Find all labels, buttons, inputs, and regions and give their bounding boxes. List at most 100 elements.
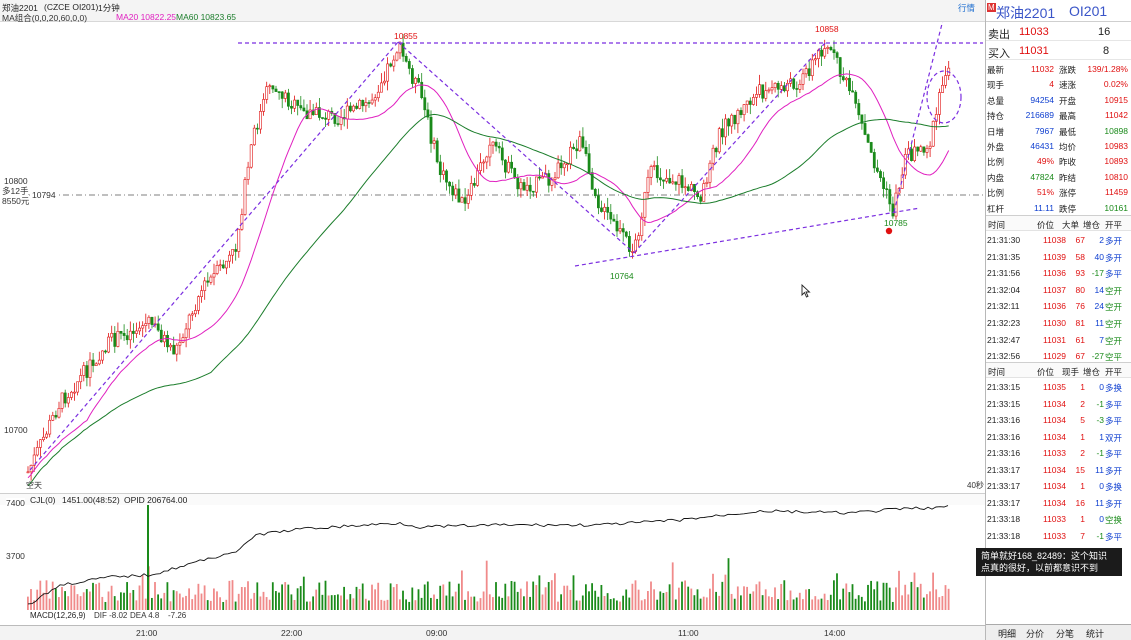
stat-row: 内盘 47824 昨结 10810: [986, 169, 1131, 185]
tick-price: 11034: [1042, 431, 1066, 442]
tick-time: 21:33:18: [987, 514, 1021, 524]
volume-bar: [786, 600, 789, 610]
label-high-right: 10858: [815, 24, 839, 34]
volume-bar: [860, 596, 863, 610]
candle-body: [361, 99, 365, 107]
stat-row: 杠杆 11.11 跌停 10161: [986, 200, 1131, 216]
volume-bar: [374, 589, 376, 610]
volume-bar: [504, 583, 507, 610]
volume-bar: [399, 599, 401, 610]
stat-value: 7967: [1035, 125, 1054, 136]
tick-price: 11039: [1042, 251, 1066, 262]
candle-body: [671, 181, 675, 184]
volume-bar: [231, 580, 234, 610]
candle-body: [178, 341, 182, 346]
candle-body: [448, 181, 452, 187]
volume-bar: [79, 596, 82, 610]
tick-price: 11038: [1042, 235, 1066, 245]
volume-bar: [485, 560, 488, 610]
tick-vol: 81: [1075, 318, 1085, 328]
candle-body: [711, 147, 715, 164]
bid-row[interactable]: 买入 11031 8: [986, 42, 1131, 60]
candle-body: [63, 392, 67, 404]
volume-bar: [306, 601, 308, 610]
tick-row: 21:33:17 11034 15 11 多开: [986, 461, 1131, 479]
tick-row: 21:33:17 11034 16 11 多开: [986, 494, 1131, 512]
bid-label: 买入: [988, 48, 1010, 60]
ask-row[interactable]: 卖出 11033 16: [986, 23, 1131, 41]
volume-bar: [293, 600, 296, 610]
volume-bar: [867, 584, 869, 610]
tab-tick[interactable]: 分笔: [1056, 627, 1074, 640]
candle-body: [500, 147, 504, 161]
volume-bar: [783, 580, 786, 610]
volume-bar: [895, 587, 897, 610]
candle-body: [906, 148, 910, 155]
volume-bar: [538, 575, 541, 610]
tick-table-2-header: 时间 价位 现手 增仓 开平: [986, 362, 1131, 378]
volume-bar: [488, 594, 491, 610]
volume-bar: [594, 590, 597, 610]
candle-body: [200, 290, 204, 297]
tick-type: 多平: [1105, 449, 1123, 459]
tick-row: 21:32:23 11030 81 11 空开: [986, 314, 1131, 332]
volume-bar: [129, 592, 132, 610]
tick-oi: -1: [1096, 398, 1104, 409]
volume-bar: [281, 584, 283, 610]
tick-time: 21:33:15: [987, 398, 1021, 409]
volume-bar: [845, 583, 848, 610]
volume-bar: [879, 600, 882, 610]
volume-bar: [926, 594, 928, 610]
volume-bar: [935, 589, 938, 610]
volume-indicator-bar: CJL(0) 1451.00(48:52) OPID 206764.00: [0, 493, 985, 505]
col-oi-change: 增仓: [1083, 220, 1101, 230]
volume-bar: [107, 591, 110, 610]
stat-label: 最高: [1059, 111, 1077, 122]
volume-bar: [318, 582, 321, 610]
candle-body: [851, 90, 855, 93]
volume-bar: [795, 597, 798, 610]
candle-body: [181, 337, 185, 343]
stat-value: 51%: [1036, 187, 1054, 198]
cjl-label[interactable]: CJL(0): [30, 495, 56, 505]
tick-type: 多平: [1105, 399, 1123, 410]
volume-bar: [705, 597, 708, 610]
candle-body: [888, 189, 892, 205]
volume-bar: [616, 600, 618, 610]
support-line: [574, 207, 921, 267]
candle-body: [466, 195, 470, 204]
candle-body: [166, 334, 169, 348]
volume-chart[interactable]: [0, 505, 985, 623]
candle-body: [615, 220, 619, 232]
candle-body: [795, 88, 799, 90]
tick-row: 21:33:15 11034 2 -1 多平: [986, 395, 1131, 413]
volume-bar: [256, 582, 259, 610]
volume-bar: [715, 591, 717, 610]
volume-bar: [191, 599, 194, 610]
tick-vol: 80: [1075, 284, 1085, 295]
tab-stats[interactable]: 统计: [1086, 627, 1104, 640]
volume-bar: [690, 588, 693, 610]
volume-bar: [123, 592, 125, 610]
tick-price: 11030: [1042, 318, 1066, 328]
volume-bar: [628, 597, 631, 610]
volume-bar: [426, 581, 429, 610]
volume-bar: [82, 592, 85, 610]
volume-bar: [910, 581, 913, 610]
candle-body: [122, 333, 126, 336]
volume-bar: [513, 581, 516, 610]
macd-label[interactable]: MACD(12,26,9): [30, 611, 86, 620]
volume-bar: [240, 587, 243, 610]
candle-body: [51, 415, 55, 421]
candle-body: [603, 206, 607, 212]
price-chart[interactable]: 10855 10858 10764 10785 空天 40秒: [0, 22, 985, 492]
candle-body: [575, 148, 579, 152]
tick-oi: 11: [1095, 497, 1104, 508]
tab-detail[interactable]: 明细: [998, 627, 1016, 640]
candle-body: [97, 359, 101, 365]
tab-price-dist[interactable]: 分价: [1026, 627, 1044, 640]
ma60-value: MA60 10823.65: [176, 12, 237, 22]
tick-price: 11029: [1042, 351, 1066, 362]
trading-window: 郑油2201 (CZCE OI201) 1分钟 行情 MA组合(0,0,20,6…: [0, 0, 1131, 640]
candle-body: [221, 264, 225, 269]
